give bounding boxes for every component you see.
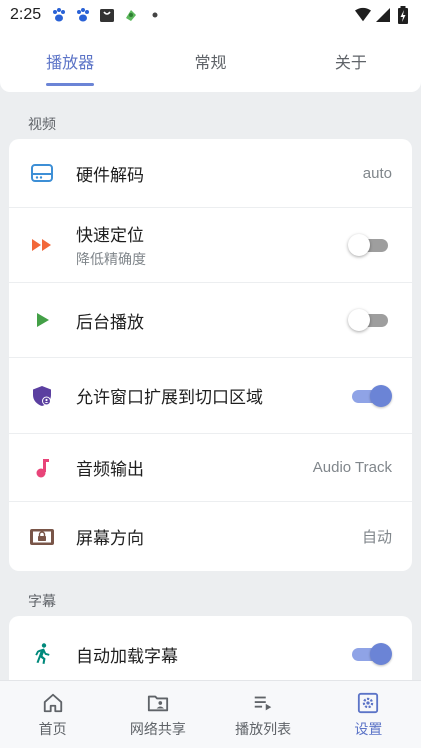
setting-screen-orientation[interactable]: 屏幕方向 自动 [9,502,412,571]
fast-forward-icon [29,232,55,258]
setting-title: 音频输出 [76,460,144,480]
home-icon [41,691,65,715]
status-time: 2:25 [10,6,42,23]
tab-indicator [46,83,95,86]
play-icon [29,307,55,333]
status-bar: 2:25 [0,0,421,30]
system-icons [355,6,411,24]
video-settings-card: 硬件解码 auto 快速定位 降低精确度 后台播放 允许窗口扩展到切口区域 音频… [9,139,412,571]
background-playback-toggle[interactable] [348,307,392,333]
dot-icon [147,7,163,23]
nav-settings-label: 设置 [354,721,383,738]
tab-about[interactable]: 关于 [281,30,421,92]
setting-audio-output[interactable]: 音频输出 Audio Track [9,434,412,502]
nav-playlist[interactable]: 播放列表 [211,681,316,748]
shopping-bag-icon [99,7,115,23]
setting-title: 自动加载字幕 [76,646,178,667]
paw-notification-icon [51,7,67,23]
bottom-navigation: 首页 网络共享 播放列表 设置 [0,680,421,748]
setting-subtitle: 降低精确度 [76,252,146,268]
setting-title: 屏幕方向 [76,529,144,549]
setting-value: auto [362,164,392,182]
setting-display-cutout[interactable]: 允许窗口扩展到切口区域 [9,358,412,434]
setting-value: 自动 [361,529,392,546]
nav-playlist-label: 播放列表 [235,721,292,738]
nav-network-share-label: 网络共享 [129,721,186,738]
paw-notification-icon-2 [75,7,91,23]
running-person-icon [29,641,55,667]
section-header-subtitles: 字幕 [28,594,56,610]
setting-value: Audio Track [312,459,392,476]
battery-icon [395,6,411,24]
settings-icon [356,691,380,715]
setting-hardware-decoding[interactable]: 硬件解码 auto [9,139,412,208]
android-icon [123,7,139,23]
music-note-icon [29,455,55,481]
notification-icons [51,7,163,23]
nav-settings[interactable]: 设置 [316,681,421,748]
wifi-icon [355,7,371,23]
screen-lock-icon [29,524,55,550]
setting-fast-seek[interactable]: 快速定位 降低精确度 [9,208,412,283]
signal-icon [375,7,391,23]
setting-title: 后台播放 [76,312,144,333]
nav-home[interactable]: 首页 [0,681,105,748]
fast-seek-toggle[interactable] [348,232,392,258]
tab-general[interactable]: 常规 [140,30,280,92]
shield-user-icon [29,383,55,409]
hard-drive-icon [29,160,55,186]
tab-player-label: 播放器 [46,53,95,72]
setting-title: 硬件解码 [76,165,144,186]
tab-player[interactable]: 播放器 [0,30,140,92]
folder-share-icon [146,691,170,715]
tab-about-label: 关于 [334,53,367,72]
display-cutout-toggle[interactable] [348,383,392,409]
auto-load-subtitles-toggle[interactable] [348,641,392,667]
tab-general-label: 常规 [194,53,227,72]
setting-title: 允许窗口扩展到切口区域 [76,388,263,408]
setting-title: 快速定位 [76,226,144,246]
nav-home-label: 首页 [38,721,67,738]
playlist-icon [251,691,275,715]
nav-network-share[interactable]: 网络共享 [105,681,210,748]
section-header-video: 视频 [28,117,56,133]
settings-tabs: 播放器 常规 关于 [0,30,421,92]
setting-background-playback[interactable]: 后台播放 [9,283,412,358]
